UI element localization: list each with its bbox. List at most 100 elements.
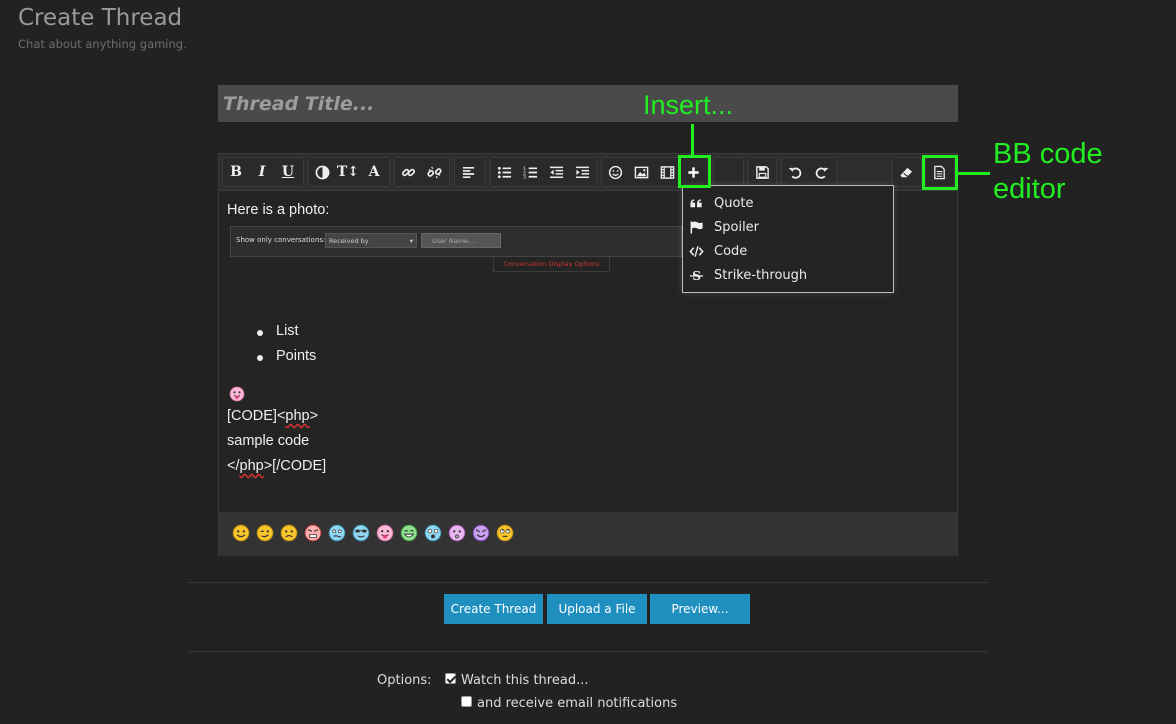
undo-button[interactable] [782, 158, 808, 186]
align-left-icon [462, 166, 474, 178]
outdent-button[interactable] [543, 158, 569, 186]
thread-title-placeholder: Thread Title... [223, 92, 375, 115]
watch-thread-checkbox[interactable] [445, 673, 456, 684]
bold-button[interactable]: B [223, 158, 249, 186]
image-icon [634, 166, 648, 178]
image-button[interactable] [628, 158, 654, 186]
watch-thread-label: Watch this thread... [461, 673, 589, 688]
preview-button[interactable]: Preview... [650, 594, 750, 624]
underline-button[interactable]: U [275, 158, 301, 186]
frown-smiley-icon[interactable] [280, 524, 298, 542]
options-label: Options: [377, 673, 432, 688]
toolbar-group-lists: 123 [490, 157, 597, 187]
page-description: Chat about anything gaming. [18, 37, 187, 51]
mad-smiley-icon[interactable] [304, 524, 322, 542]
embedded-screenshot: Show only conversations: Received by ▾ U… [230, 226, 682, 257]
link-button[interactable] [395, 158, 421, 186]
embed-select: Received by ▾ [325, 233, 417, 248]
insert-dropdown-menu: Quote Spoiler Code S Strike-through [682, 185, 894, 293]
redo-button[interactable] [808, 158, 834, 186]
rolleyes-smiley-icon[interactable] [496, 524, 514, 542]
email-notifications-checkbox[interactable] [461, 696, 472, 707]
code-close-line: </php>[/CODE] [227, 458, 326, 474]
menu-item-spoiler[interactable]: Spoiler [689, 216, 759, 238]
toolbar-group-link [394, 157, 450, 187]
align-button[interactable] [455, 158, 481, 186]
eek-smiley-icon[interactable] [424, 524, 442, 542]
bullet-list-icon [497, 166, 511, 178]
font-family-button[interactable]: A [361, 158, 387, 186]
text-color-button[interactable] [309, 158, 335, 186]
annotation-insert-box [678, 155, 711, 188]
embed-label: Show only conversations: [236, 236, 326, 244]
smiley-icon [608, 165, 622, 179]
list-item: Points [276, 348, 317, 364]
bold-icon: B [230, 164, 242, 180]
flag-icon [690, 220, 703, 234]
thread-title-input[interactable]: Thread Title... [218, 85, 958, 122]
menu-item-quote[interactable]: Quote [689, 192, 754, 214]
upload-file-button[interactable]: Upload a File [547, 594, 647, 624]
remove-formatting-button[interactable] [893, 158, 919, 186]
save-draft-button[interactable] [749, 158, 775, 186]
film-icon [660, 165, 674, 179]
embed-tab: Conversation Display Options [493, 256, 610, 272]
eraser-icon [899, 167, 912, 177]
annotation-insert-line [691, 124, 694, 156]
outdent-icon [549, 166, 563, 178]
floppy-disk-icon [755, 165, 769, 179]
italic-button[interactable]: I [249, 158, 275, 186]
menu-item-label: Strike-through [714, 267, 808, 283]
cool-smiley-icon[interactable] [352, 524, 370, 542]
wink-smiley-icon[interactable] [256, 524, 274, 542]
quote-icon [690, 198, 702, 207]
code-close-prefix: </ [227, 458, 240, 474]
unlink-button[interactable] [421, 158, 447, 186]
menu-item-strikethrough[interactable]: S Strike-through [689, 264, 807, 286]
toolbar-group-format: B I U [222, 157, 304, 187]
code-icon [689, 245, 704, 257]
biggrin-smiley-icon[interactable] [400, 524, 418, 542]
toolbar-group-text: T↕ A [308, 157, 390, 187]
content-intro: Here is a photo: [227, 202, 330, 218]
strikethrough-icon: S [689, 269, 704, 283]
code-close-suffix: >[/CODE] [263, 458, 327, 474]
confused-smiley-icon[interactable] [328, 524, 346, 542]
bullet-dot-icon [257, 355, 263, 361]
annotation-insert: Insert... [643, 90, 734, 120]
menu-item-label: Spoiler [714, 219, 760, 235]
toolbar-group-history [781, 157, 837, 187]
list-item: List [276, 323, 299, 339]
tongue-smiley-icon [229, 386, 245, 402]
annotation-bb-line2: editor [993, 173, 1066, 205]
embed-select-value: Received by [329, 237, 369, 245]
evil-smiley-icon[interactable] [472, 524, 490, 542]
menu-item-code[interactable]: Code [689, 240, 747, 262]
menu-item-label: Code [714, 243, 748, 259]
smilie-bar [219, 512, 957, 556]
tongue-smiley-icon[interactable] [376, 524, 394, 542]
annotation-bb-line [958, 172, 990, 175]
email-notifications-label: and receive email notifications [477, 696, 678, 711]
numbered-list-button[interactable]: 123 [517, 158, 543, 186]
divider [188, 582, 988, 583]
indent-icon [575, 166, 589, 178]
bullet-list-button[interactable] [491, 158, 517, 186]
numbered-list-icon: 123 [523, 166, 537, 180]
annotation-bb-line1: BB code [993, 138, 1103, 170]
redo-icon [815, 167, 828, 179]
smilie-button[interactable] [602, 158, 628, 186]
menu-item-label: Quote [714, 195, 754, 211]
media-button[interactable] [654, 158, 680, 186]
font-size-button[interactable]: T↕ [335, 158, 361, 186]
code-open-line: [CODE]<php> [227, 408, 318, 424]
indent-button[interactable] [569, 158, 595, 186]
smile-smiley-icon[interactable] [232, 524, 250, 542]
code-body-line: sample code [227, 433, 310, 449]
caret-down-icon: ▾ [409, 237, 413, 245]
code-open-suffix: > [309, 408, 319, 424]
toolbar-group-draft [748, 157, 777, 187]
svg-text:3: 3 [523, 174, 526, 179]
create-thread-button[interactable]: Create Thread [444, 594, 543, 624]
oops-smiley-icon[interactable] [448, 524, 466, 542]
